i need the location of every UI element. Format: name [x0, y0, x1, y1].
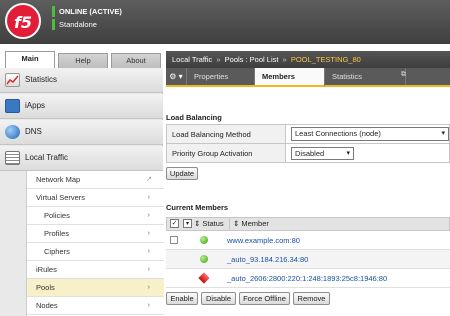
- statistics-icon: [5, 73, 20, 87]
- f5-logo: f5: [5, 3, 41, 39]
- priority-group-select[interactable]: Disabled ▾: [291, 146, 354, 160]
- update-button[interactable]: Update: [166, 167, 198, 180]
- select-menu-dropdown[interactable]: ▾: [183, 219, 192, 228]
- tab-help[interactable]: Help: [58, 53, 108, 68]
- breadcrumb-separator: »: [216, 55, 221, 64]
- member-link[interactable]: www.example.com:80: [227, 231, 300, 250]
- remove-button[interactable]: Remove: [293, 292, 330, 305]
- members-table-header: ✓ ▾ ⇕ Status ⇕ Member: [166, 217, 450, 231]
- device-status: ONLINE (ACTIVE) Standalone: [52, 6, 122, 30]
- status-green-icon: [200, 236, 208, 244]
- status-column-header[interactable]: ⇕ Status: [194, 218, 224, 230]
- lb-method-label: Load Balancing Method: [166, 124, 286, 144]
- breadcrumb-current-pool: POOL_TESTING_80: [290, 55, 361, 64]
- table-row: _auto_2606:2800:220:1:248:1893:25c8:1946…: [166, 269, 450, 288]
- local-traffic-icon: [5, 151, 20, 165]
- table-row: www.example.com:80: [166, 231, 450, 250]
- enable-button[interactable]: Enable: [166, 292, 198, 305]
- popout-icon[interactable]: ⧉: [401, 71, 406, 79]
- dns-globe-icon: [5, 125, 20, 139]
- submenu-nodes[interactable]: Nodes ›: [27, 297, 164, 315]
- table-row: _auto_93.184.216.34:80: [166, 250, 450, 269]
- chevron-right-icon: ›: [147, 302, 150, 309]
- status-green-icon: [200, 255, 208, 263]
- local-traffic-submenu: Network Map ↗ Virtual Servers › Policies…: [26, 171, 164, 316]
- breadcrumb: Local Traffic » Pools : Pool List » POOL…: [166, 51, 450, 68]
- submenu-profiles[interactable]: Profiles ›: [27, 225, 164, 243]
- online-status-text: ONLINE (ACTIVE): [52, 6, 122, 17]
- member-link[interactable]: _auto_93.184.216.34:80: [227, 250, 308, 269]
- submenu-ciphers[interactable]: Ciphers ›: [27, 243, 164, 261]
- lb-method-select[interactable]: Least Connections (node) ▾: [291, 127, 449, 141]
- select-all-checkbox[interactable]: ✓: [170, 219, 179, 228]
- tab-members[interactable]: Members: [255, 68, 325, 87]
- chevron-right-icon: ›: [147, 266, 150, 273]
- top-header: f5 ONLINE (ACTIVE) Standalone: [0, 0, 450, 44]
- sidebar-item-local-traffic[interactable]: Local Traffic: [0, 146, 163, 171]
- sort-icon: ⇕: [233, 219, 240, 228]
- breadcrumb-separator: »: [282, 55, 287, 64]
- load-balancing-table: Load Balancing Method Least Connections …: [166, 124, 450, 163]
- chevron-down-icon: ▾: [441, 130, 445, 137]
- chevron-right-icon: ›: [147, 194, 150, 201]
- submenu-pools[interactable]: Pools ›: [27, 279, 164, 297]
- sidebar: Statistics iApps DNS Local Traffic Netwo…: [0, 68, 164, 316]
- load-balancing-title: Load Balancing: [166, 113, 222, 122]
- chevron-right-icon: ›: [147, 284, 150, 291]
- standalone-mode-text: Standalone: [52, 19, 122, 30]
- member-link[interactable]: _auto_2606:2800:220:1:248:1893:25c8:1946…: [227, 269, 387, 288]
- content-tabs: ⚙ ▾ Properties Members Statistics ⧉: [166, 68, 450, 87]
- sidebar-item-dns[interactable]: DNS: [0, 120, 163, 145]
- tab-properties[interactable]: Properties: [187, 68, 255, 85]
- submenu-network-map[interactable]: Network Map ↗: [27, 171, 164, 189]
- submenu-irules[interactable]: iRules ›: [27, 261, 164, 279]
- sidebar-item-iapps[interactable]: iApps: [0, 94, 163, 119]
- force-offline-button[interactable]: Force Offline: [239, 292, 290, 305]
- sidebar-item-statistics[interactable]: Statistics: [0, 68, 163, 93]
- gear-icon[interactable]: ⚙ ▾: [166, 68, 187, 85]
- chevron-down-icon: ▾: [346, 149, 350, 157]
- row-checkbox[interactable]: [170, 236, 178, 244]
- tab-main[interactable]: Main: [5, 51, 55, 68]
- submenu-policies[interactable]: Policies ›: [27, 207, 164, 225]
- chevron-right-icon: ›: [147, 248, 150, 255]
- tab-statistics[interactable]: Statistics: [325, 68, 406, 85]
- chevron-right-icon: ›: [147, 230, 150, 237]
- disable-button[interactable]: Disable: [201, 292, 236, 305]
- tab-about[interactable]: About: [111, 53, 161, 68]
- current-members-title: Current Members: [166, 203, 229, 212]
- breadcrumb-pool-list[interactable]: Pools : Pool List: [225, 55, 279, 64]
- status-red-icon: [198, 272, 210, 284]
- main-tabs: Main Help About: [0, 50, 163, 68]
- priority-group-label: Priority Group Activation: [166, 143, 286, 163]
- iapps-icon: [5, 99, 20, 113]
- breadcrumb-local-traffic[interactable]: Local Traffic: [172, 55, 212, 64]
- member-column-header[interactable]: ⇕ Member: [229, 218, 269, 230]
- submenu-virtual-servers[interactable]: Virtual Servers ›: [27, 189, 164, 207]
- chevron-right-icon: ›: [147, 212, 150, 219]
- sort-icon: ⇕: [194, 219, 201, 228]
- external-link-icon: ↗: [146, 176, 152, 183]
